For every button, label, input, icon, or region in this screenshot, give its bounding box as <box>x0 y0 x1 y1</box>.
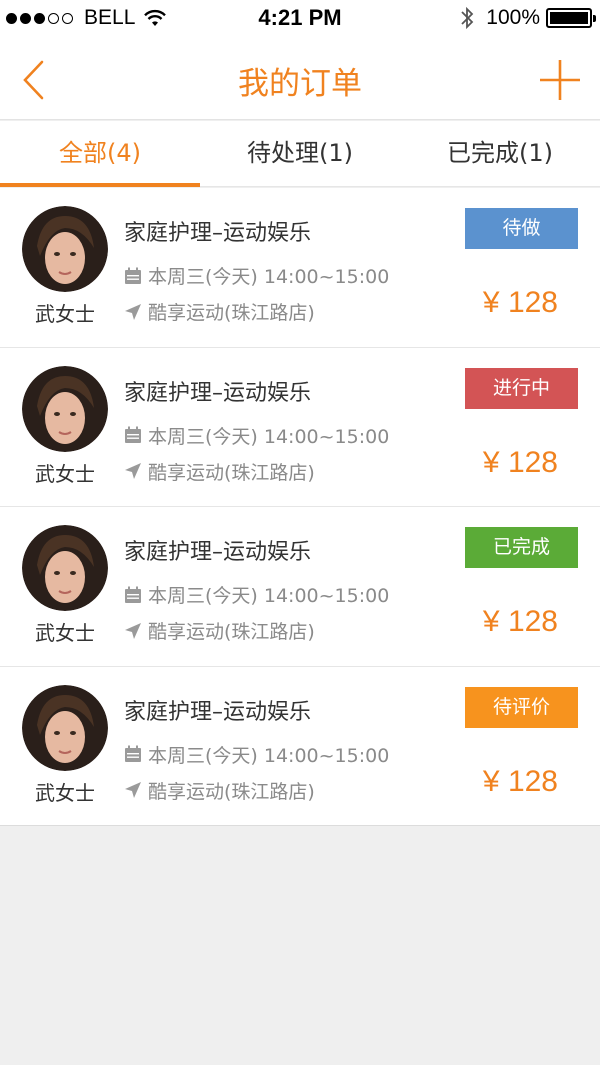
order-filter-tabs: 全部(4) 待处理(1) 已完成(1) <box>0 121 600 187</box>
location-arrow-icon <box>125 622 141 639</box>
battery-icon <box>546 8 596 28</box>
customer-name: 武女士 <box>35 302 95 326</box>
status-right: 100% <box>460 6 596 30</box>
status-badge: 进行中 <box>465 367 578 409</box>
time-row: 本周三(今天) 14:00~15:00 <box>124 741 389 768</box>
order-time: 本周三(今天) 14:00~15:00 <box>148 266 390 288</box>
avatar <box>22 365 108 452</box>
location-arrow-icon <box>125 303 141 320</box>
order-item[interactable]: 武女士 家庭护理–运动娱乐 本周三(今天) 14:00~15:00 酷享运动(珠… <box>0 667 600 826</box>
order-price: ¥ 128 <box>482 445 558 479</box>
tab-all[interactable]: 全部(4) <box>0 121 200 187</box>
calendar-icon <box>125 426 141 443</box>
page-title: 我的订单 <box>238 66 362 102</box>
time-row: 本周三(今天) 14:00~15:00 <box>124 581 389 608</box>
customer-name: 武女士 <box>35 621 95 645</box>
place-row: 酷享运动(珠江路店) <box>124 458 315 485</box>
status-bar: BELL 4:21 PM 100% <box>0 0 600 40</box>
order-place: 酷享运动(珠江路店) <box>148 621 315 643</box>
location-arrow-icon <box>125 463 141 479</box>
place-row: 酷享运动(珠江路店) <box>124 617 315 644</box>
order-item[interactable]: 武女士 家庭护理–运动娱乐 本周三(今天) 14:00~15:00 酷享运动(珠… <box>0 188 600 348</box>
status-badge: 已完成 <box>465 527 578 568</box>
order-time: 本周三(今天) 14:00~15:00 <box>148 585 390 607</box>
place-row: 酷享运动(珠江路店) <box>124 777 315 804</box>
status-badge: 待做 <box>465 208 578 249</box>
order-price: ¥ 128 <box>482 764 558 798</box>
tab-pending[interactable]: 待处理(1) <box>200 121 400 186</box>
order-list: 武女士 家庭护理–运动娱乐 本周三(今天) 14:00~15:00 酷享运动(珠… <box>0 188 600 826</box>
time-row: 本周三(今天) 14:00~15:00 <box>124 262 389 289</box>
calendar-icon <box>125 745 141 762</box>
bluetooth-icon <box>461 6 474 30</box>
customer-name: 武女士 <box>35 780 95 805</box>
add-order-button[interactable] <box>534 54 586 106</box>
service-title: 家庭护理–运动娱乐 <box>124 540 312 565</box>
battery-percent: 100% <box>486 6 540 29</box>
service-title: 家庭护理–运动娱乐 <box>124 699 312 725</box>
order-price: ¥ 128 <box>482 286 558 319</box>
status-badge: 待评价 <box>465 686 578 728</box>
order-item[interactable]: 武女士 家庭护理–运动娱乐 本周三(今天) 14:00~15:00 酷享运动(珠… <box>0 507 600 667</box>
navigation-bar: 我的订单 <box>0 40 600 120</box>
avatar <box>22 206 108 292</box>
order-place: 酷享运动(珠江路店) <box>148 461 315 484</box>
calendar-icon <box>125 586 141 603</box>
order-place: 酷享运动(珠江路店) <box>148 302 315 324</box>
service-title: 家庭护理–运动娱乐 <box>124 380 312 406</box>
order-place: 酷享运动(珠江路店) <box>148 780 315 803</box>
customer-name: 武女士 <box>35 461 95 486</box>
calendar-icon <box>125 267 141 284</box>
plus-icon <box>540 60 580 100</box>
time-row: 本周三(今天) 14:00~15:00 <box>124 422 389 449</box>
order-time: 本周三(今天) 14:00~15:00 <box>148 744 390 767</box>
location-arrow-icon <box>125 782 141 798</box>
tab-completed[interactable]: 已完成(1) <box>400 121 600 186</box>
order-item[interactable]: 武女士 家庭护理–运动娱乐 本周三(今天) 14:00~15:00 酷享运动(珠… <box>0 348 600 507</box>
place-row: 酷享运动(珠江路店) <box>124 298 315 325</box>
avatar <box>22 684 108 771</box>
service-title: 家庭护理–运动娱乐 <box>124 221 312 246</box>
avatar <box>22 525 108 611</box>
order-time: 本周三(今天) 14:00~15:00 <box>148 425 390 448</box>
order-price: ¥ 128 <box>482 605 558 638</box>
